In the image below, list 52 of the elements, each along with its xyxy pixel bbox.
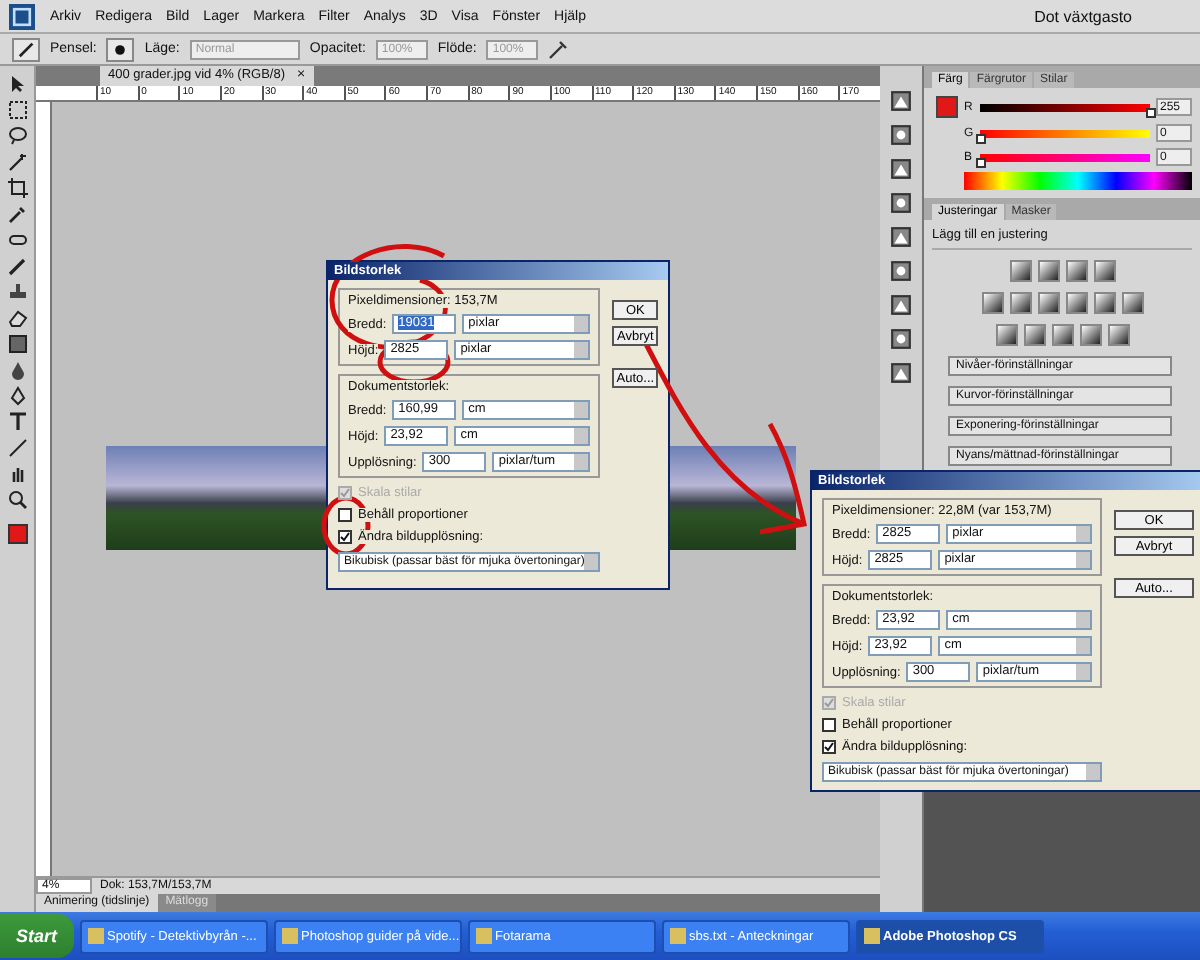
gradient-square-icon[interactable] xyxy=(1009,292,1031,314)
checkbox[interactable] xyxy=(338,508,352,522)
cursor-arrow-icon[interactable] xyxy=(7,74,27,94)
gradient-square-icon[interactable] xyxy=(7,334,27,354)
app-icon xyxy=(669,928,686,944)
app-icon xyxy=(281,928,298,944)
gradient-square-icon[interactable] xyxy=(1037,260,1059,282)
checkbox[interactable] xyxy=(822,718,836,732)
brush-icon[interactable] xyxy=(17,40,35,58)
slider-thumb[interactable] xyxy=(976,133,986,143)
gradient-square-icon[interactable] xyxy=(1009,260,1031,282)
checkbox[interactable] xyxy=(338,530,352,544)
slider-thumb[interactable] xyxy=(976,157,986,167)
gradient-square-icon[interactable] xyxy=(981,292,1003,314)
drop-icon[interactable] xyxy=(7,360,27,380)
gradient-square-icon[interactable] xyxy=(1023,324,1045,346)
wand-icon[interactable] xyxy=(7,152,27,172)
gradient-square-icon[interactable] xyxy=(995,324,1017,346)
workspace-switcher[interactable]: Dot växtgasto xyxy=(1034,7,1132,25)
dashed-square-icon[interactable] xyxy=(7,100,27,120)
gradient-square-icon[interactable] xyxy=(1107,324,1129,346)
foreground-color-swatch[interactable] xyxy=(936,96,958,118)
gradient-square-icon[interactable] xyxy=(1121,292,1143,314)
color-spectrum-bar[interactable] xyxy=(964,172,1192,190)
start-button[interactable]: Start xyxy=(0,914,74,958)
brush-tip-icon[interactable] xyxy=(112,41,129,57)
gradient-square-icon[interactable] xyxy=(1051,324,1073,346)
lasso-icon[interactable] xyxy=(7,126,27,146)
gradient-square-icon[interactable] xyxy=(1093,292,1115,314)
gradient-square-icon[interactable] xyxy=(1037,292,1059,314)
type-icon[interactable] xyxy=(7,412,27,432)
gradient-square-icon[interactable] xyxy=(1065,260,1087,282)
checkbox[interactable] xyxy=(822,740,836,754)
gradient-square-icon[interactable] xyxy=(1093,260,1115,282)
airbrush-icon[interactable] xyxy=(548,39,569,59)
gradient-square-icon[interactable] xyxy=(1079,324,1101,346)
bandage-icon[interactable] xyxy=(7,230,27,250)
gradient-square-icon[interactable] xyxy=(1065,292,1087,314)
crop-icon[interactable] xyxy=(7,178,27,198)
slider-thumb[interactable] xyxy=(1146,107,1156,117)
eyedropper-icon[interactable] xyxy=(7,204,27,224)
app-logo-icon xyxy=(8,3,36,29)
magnifier-icon[interactable] xyxy=(7,490,27,510)
app-icon xyxy=(475,928,492,944)
pen-icon[interactable] xyxy=(7,386,27,406)
brush-icon[interactable] xyxy=(7,256,27,276)
hand-icon[interactable] xyxy=(7,464,27,484)
app-icon xyxy=(863,928,880,944)
line-icon[interactable] xyxy=(7,438,27,458)
foreground-color-swatch[interactable] xyxy=(7,524,27,544)
eraser-icon[interactable] xyxy=(7,308,27,328)
app-icon xyxy=(87,928,104,944)
